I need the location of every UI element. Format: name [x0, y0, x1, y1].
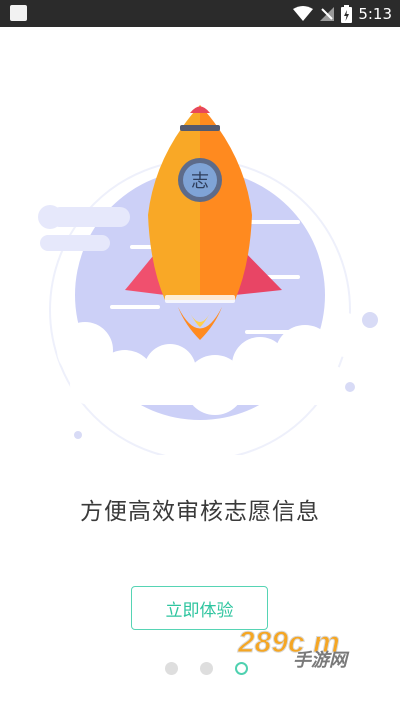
- status-icons: 5:13: [293, 3, 392, 24]
- page-headline: 方便高效审核志愿信息: [80, 499, 320, 525]
- rocket-body-right: [200, 105, 252, 300]
- pager-dot[interactable]: [165, 662, 178, 675]
- watermark-subtitle: 手游网: [293, 650, 347, 671]
- rocket-body-left: [148, 105, 200, 300]
- wifi-icon: [293, 5, 314, 21]
- no-signal-icon: [320, 6, 335, 21]
- pager-dots: [165, 662, 248, 675]
- rocket-illustration: 志: [38, 105, 378, 455]
- battery-charging-icon: [341, 4, 353, 23]
- pager-dot[interactable]: [200, 662, 213, 675]
- rocket-base: [165, 295, 235, 303]
- notification-square-icon: [10, 5, 27, 21]
- watermark-logo: 289c m 手游网: [238, 622, 388, 677]
- status-bar: 5:13: [0, 0, 400, 27]
- clock: 5:13: [358, 4, 392, 23]
- nose-band: [180, 125, 220, 131]
- rocket-nose: [190, 106, 210, 113]
- window-badge-text: 志: [191, 171, 209, 192]
